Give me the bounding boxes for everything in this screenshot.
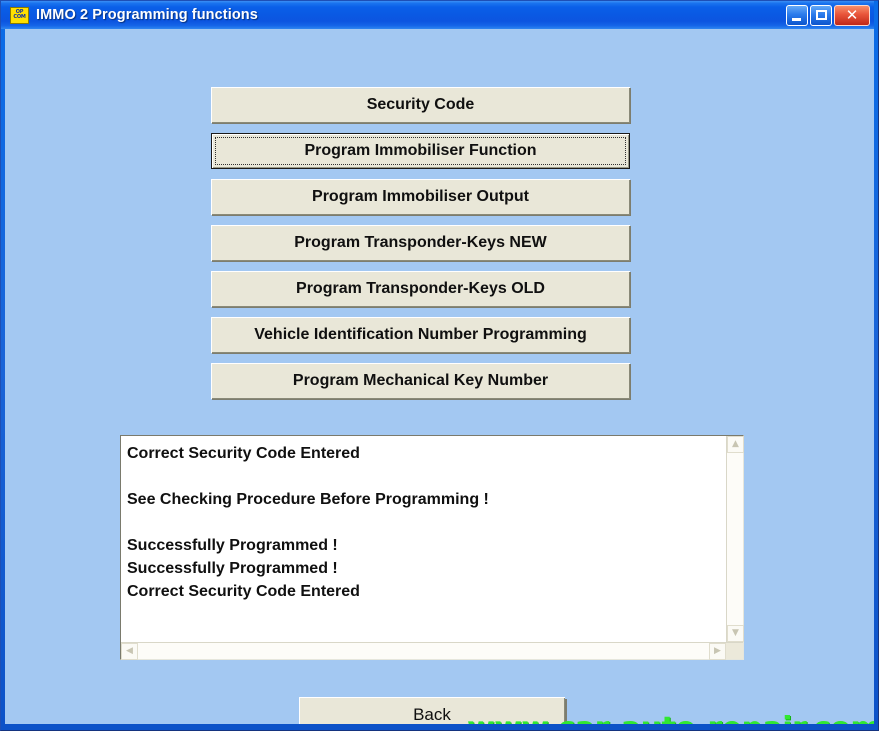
scroll-left-icon[interactable]: ◀ xyxy=(121,643,138,660)
log-output-panel: Correct Security Code Entered See Checki… xyxy=(120,435,744,660)
log-line: Successfully Programmed ! xyxy=(127,560,338,577)
program-immobiliser-output-button[interactable]: Program Immobiliser Output xyxy=(211,179,630,215)
maximize-button[interactable] xyxy=(810,4,832,26)
app-icon-line-2: COM xyxy=(13,14,26,20)
log-vertical-scrollbar[interactable]: ▲ ▼ xyxy=(726,436,744,642)
log-line: Successfully Programmed ! xyxy=(127,537,338,554)
program-mechanical-key-number-button[interactable]: Program Mechanical Key Number xyxy=(211,363,630,399)
minimize-button[interactable] xyxy=(786,4,808,26)
log-text-area[interactable]: Correct Security Code Entered See Checki… xyxy=(121,436,726,642)
program-transponder-keys-old-button[interactable]: Program Transponder-Keys OLD xyxy=(211,271,630,307)
window-controls: ✕ xyxy=(786,4,870,26)
program-immobiliser-function-button[interactable]: Program Immobiliser Function xyxy=(211,133,630,169)
program-transponder-keys-new-button[interactable]: Program Transponder-Keys NEW xyxy=(211,225,630,261)
log-horizontal-scrollbar[interactable]: ◀ ▶ xyxy=(121,642,743,660)
program-immobiliser-function-label: Program Immobiliser Function xyxy=(304,142,537,159)
vehicle-identification-number-programming-button[interactable]: Vehicle Identification Number Programmin… xyxy=(211,317,630,353)
application-window: OP COM IMMO 2 Programming functions ✕ Se… xyxy=(0,0,879,731)
function-button-list: Security Code Program Immobiliser Functi… xyxy=(211,87,630,409)
log-body: Correct Security Code Entered See Checki… xyxy=(121,436,744,642)
back-button[interactable]: Back xyxy=(299,697,565,724)
vertical-scroll-track[interactable] xyxy=(727,453,743,625)
window-title: IMMO 2 Programming functions xyxy=(36,7,258,23)
scroll-right-icon[interactable]: ▶ xyxy=(709,643,726,660)
close-button[interactable]: ✕ xyxy=(834,4,870,26)
log-line: See Checking Procedure Before Programmin… xyxy=(127,491,489,508)
maximize-icon xyxy=(816,9,827,20)
security-code-button[interactable]: Security Code xyxy=(211,87,630,123)
log-line: Correct Security Code Entered xyxy=(127,583,360,600)
scrollbar-corner xyxy=(726,643,743,659)
opcom-app-icon: OP COM xyxy=(10,6,29,24)
scroll-up-icon[interactable]: ▲ xyxy=(727,436,744,453)
horizontal-scroll-track[interactable] xyxy=(138,643,709,659)
client-area: Security Code Program Immobiliser Functi… xyxy=(5,29,874,724)
log-line: Correct Security Code Entered xyxy=(127,445,360,462)
title-bar: OP COM IMMO 2 Programming functions ✕ xyxy=(1,1,874,29)
scroll-down-icon[interactable]: ▼ xyxy=(727,625,744,642)
minimize-icon xyxy=(792,17,801,21)
close-icon: ✕ xyxy=(845,5,859,24)
